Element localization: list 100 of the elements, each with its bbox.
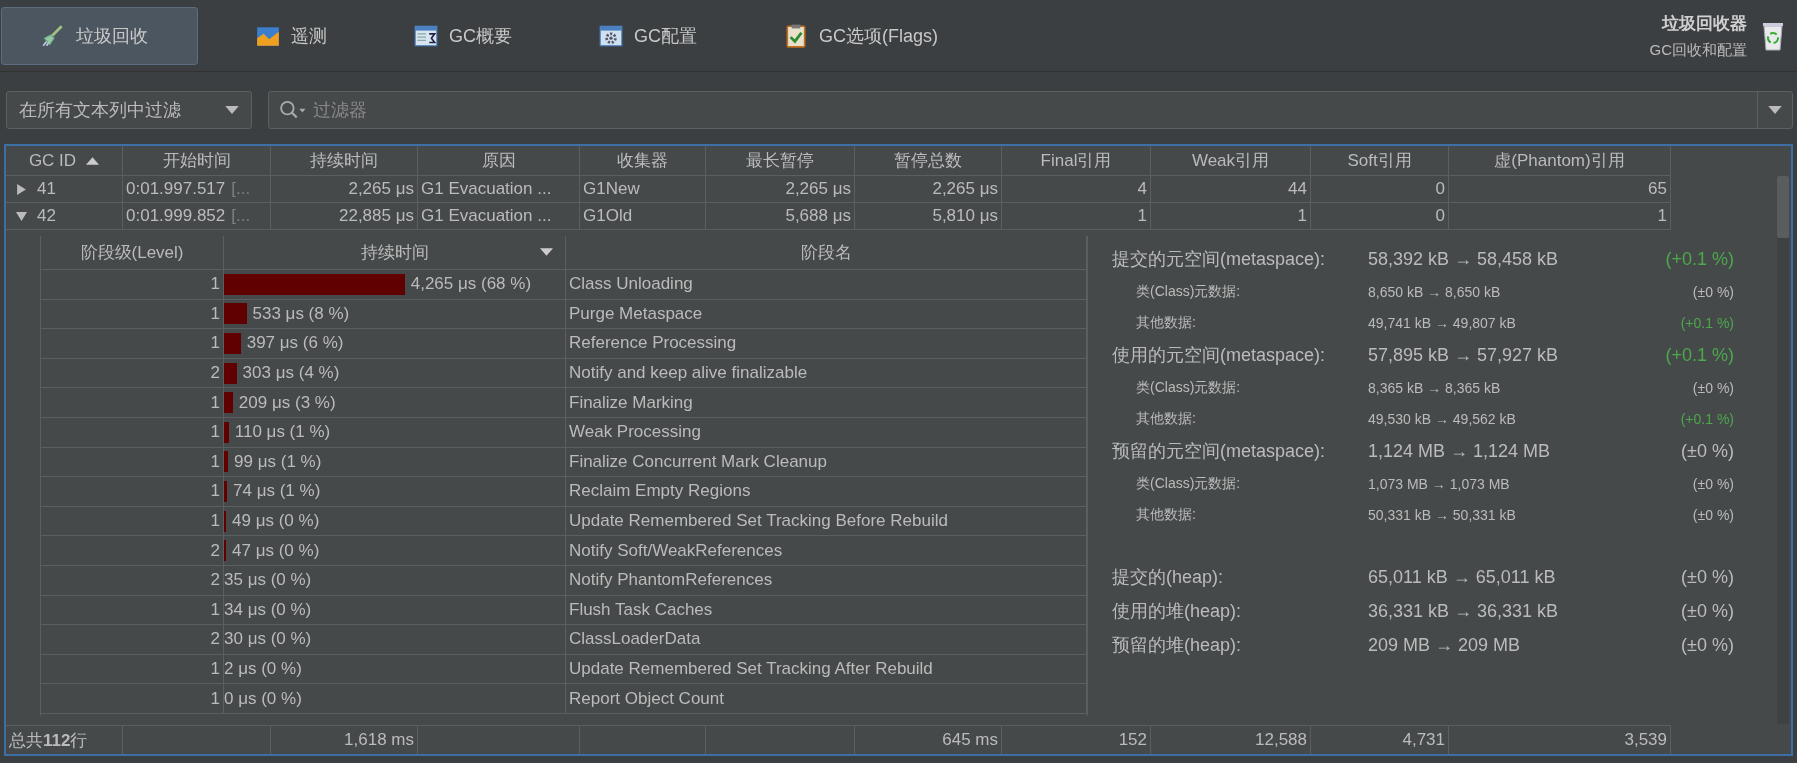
- stat-label: 类(Class)元数据:: [1135, 378, 1242, 397]
- filter-scope-dropdown[interactable]: 在所有文本列中过滤: [6, 91, 252, 129]
- page-title: 垃圾回收器: [1662, 12, 1747, 35]
- search-icon: [279, 100, 307, 120]
- stat-value: 65,011 kB → 65,011 kB: [1368, 566, 1557, 588]
- column-header[interactable]: 虚(Phantom)引用: [1449, 146, 1671, 176]
- table-cell: Reference Processing: [569, 333, 737, 354]
- table-cell: Report Object Count: [569, 688, 724, 709]
- column-header[interactable]: 阶段级(Level): [41, 236, 224, 270]
- stat-label: 使用的元空间(metaspace):: [1112, 344, 1327, 367]
- table-cell: 4: [1137, 179, 1147, 199]
- table-cell: 0: [1435, 179, 1445, 199]
- truncated-marker: [...: [231, 179, 251, 199]
- column-header[interactable]: 收集器: [580, 146, 706, 176]
- stat-label: 其他数据:: [1135, 505, 1197, 524]
- table-cell: 99 μs (1 %): [234, 451, 322, 472]
- stat-change: (+0.1 %): [1679, 410, 1734, 427]
- table-cell: 5,810 μs: [932, 206, 998, 226]
- table-cell: 44: [1288, 179, 1307, 199]
- vertical-scrollbar[interactable]: [1777, 176, 1789, 724]
- table-cell: 1: [210, 274, 220, 295]
- table-cell: 1: [210, 451, 220, 472]
- table-cell: 0:01.997.517: [126, 179, 226, 199]
- toolbar-tab[interactable]: 垃圾回收: [1, 6, 198, 65]
- table-cell: Notify Soft/WeakReferences: [569, 540, 783, 561]
- stat-label: 提交的(heap):: [1112, 566, 1225, 589]
- toolbar-tab[interactable]: 遥测: [216, 6, 356, 65]
- stat-value: 8,365 kB → 8,365 kB: [1368, 379, 1502, 396]
- column-header[interactable]: Final引用: [1002, 146, 1151, 176]
- stat-label: 类(Class)元数据:: [1135, 282, 1242, 301]
- table-cell: 49 μs (0 %): [232, 511, 320, 532]
- table-cell: 2: [210, 629, 220, 650]
- filter-input[interactable]: 过滤器: [307, 98, 1757, 122]
- table-cell: 0:01.999.852: [126, 206, 226, 226]
- stat-value: 1,073 MB → 1,073 MB: [1368, 475, 1511, 492]
- column-header[interactable]: 开始时间: [123, 146, 271, 176]
- stat-change: (+0.1 %): [1664, 344, 1734, 366]
- stat-value: 58,392 kB → 58,458 kB: [1368, 248, 1560, 270]
- table-cell: 533 μs (8 %): [252, 303, 350, 324]
- table-cell: ClassLoaderData: [569, 629, 701, 650]
- table-cell: 1: [210, 511, 220, 532]
- caret-icon[interactable]: [1768, 105, 1782, 115]
- stat-value: 36,331 kB → 36,331 kB: [1368, 600, 1560, 622]
- stat-label: 其他数据:: [1135, 313, 1197, 332]
- table-cell: 1: [210, 659, 220, 679]
- toolbar-tab[interactable]: GC选项(Flags): [744, 6, 967, 65]
- scrollbar-thumb[interactable]: [1777, 176, 1789, 238]
- table-cell: 1: [1137, 206, 1147, 226]
- column-header[interactable]: 暂停总数: [855, 146, 1002, 176]
- table-cell: G1New: [583, 179, 640, 199]
- column-header[interactable]: GC ID: [6, 146, 123, 176]
- table-cell: 110 μs (1 %): [234, 422, 331, 443]
- expand-icon[interactable]: [16, 183, 27, 195]
- stat-change: (±0 %): [1691, 475, 1734, 492]
- toolbar-tab[interactable]: GC配置: [559, 6, 726, 65]
- table-cell: 1: [210, 392, 220, 413]
- stat-change: (±0 %): [1691, 283, 1734, 300]
- toolbar-tab[interactable]: GC概要: [374, 6, 541, 65]
- table-cell: 2,265 μs: [348, 179, 414, 199]
- column-header[interactable]: 持续时间: [224, 236, 566, 270]
- table-cell: 34 μs (0 %): [224, 599, 312, 620]
- stat-value: 209 MB → 209 MB: [1368, 634, 1522, 656]
- table-cell: Finalize Concurrent Mark Cleanup: [569, 451, 827, 472]
- table-cell: Class Unloading: [569, 274, 693, 295]
- table-cell: 1: [1657, 206, 1667, 226]
- table-cell: Flush Task Caches: [569, 599, 713, 620]
- table-cell: 2 μs (0 %): [224, 659, 302, 679]
- column-header[interactable]: 持续时间: [271, 146, 418, 176]
- table-cell: G1 Evacuation ...: [421, 179, 552, 199]
- table-cell: 1: [210, 599, 220, 620]
- table-cell: 2: [210, 570, 220, 591]
- stat-change: (±0 %): [1680, 634, 1734, 656]
- column-header[interactable]: 原因: [418, 146, 580, 176]
- column-header[interactable]: 最长暂停: [706, 146, 855, 176]
- table-cell: 397 μs (6 %): [246, 333, 344, 354]
- table-cell: Reclaim Empty Regions: [569, 481, 751, 502]
- stat-value: 49,530 kB → 49,562 kB: [1368, 410, 1517, 427]
- column-header[interactable]: Soft引用: [1311, 146, 1449, 176]
- stat-change: (±0 %): [1680, 440, 1734, 462]
- table-cell: Update Remembered Set Tracking Before Rebuild: [569, 511, 948, 532]
- table-cell: G1Old: [583, 206, 633, 226]
- stat-label: 提交的元空间(metaspace):: [1112, 248, 1327, 271]
- table-cell: Notify and keep alive finalizable: [569, 363, 808, 384]
- table-cell: 47 μs (0 %): [232, 540, 320, 561]
- filter-search-field[interactable]: 过滤器: [268, 91, 1793, 129]
- column-header[interactable]: 阶段名: [566, 236, 1087, 270]
- table-cell: 74 μs (1 %): [233, 481, 321, 502]
- table-cell: 1: [1297, 206, 1307, 226]
- table-cell: 30 μs (0 %): [224, 629, 312, 650]
- table-cell: 1: [210, 422, 220, 443]
- stat-value: 1,124 MB → 1,124 MB: [1368, 440, 1552, 462]
- table-cell: 5,688 μs: [785, 206, 851, 226]
- footer-total: 152: [1118, 730, 1147, 750]
- total-rows-label: 总共112行: [9, 729, 88, 752]
- footer-total: 645 ms: [942, 730, 998, 750]
- table-cell: 22,885 μs: [339, 206, 414, 226]
- column-header[interactable]: Weak引用: [1151, 146, 1311, 176]
- collapse-icon[interactable]: [16, 210, 27, 222]
- page-subtitle: GC回收和配置: [1649, 40, 1747, 60]
- table-cell: 303 μs (4 %): [242, 363, 340, 384]
